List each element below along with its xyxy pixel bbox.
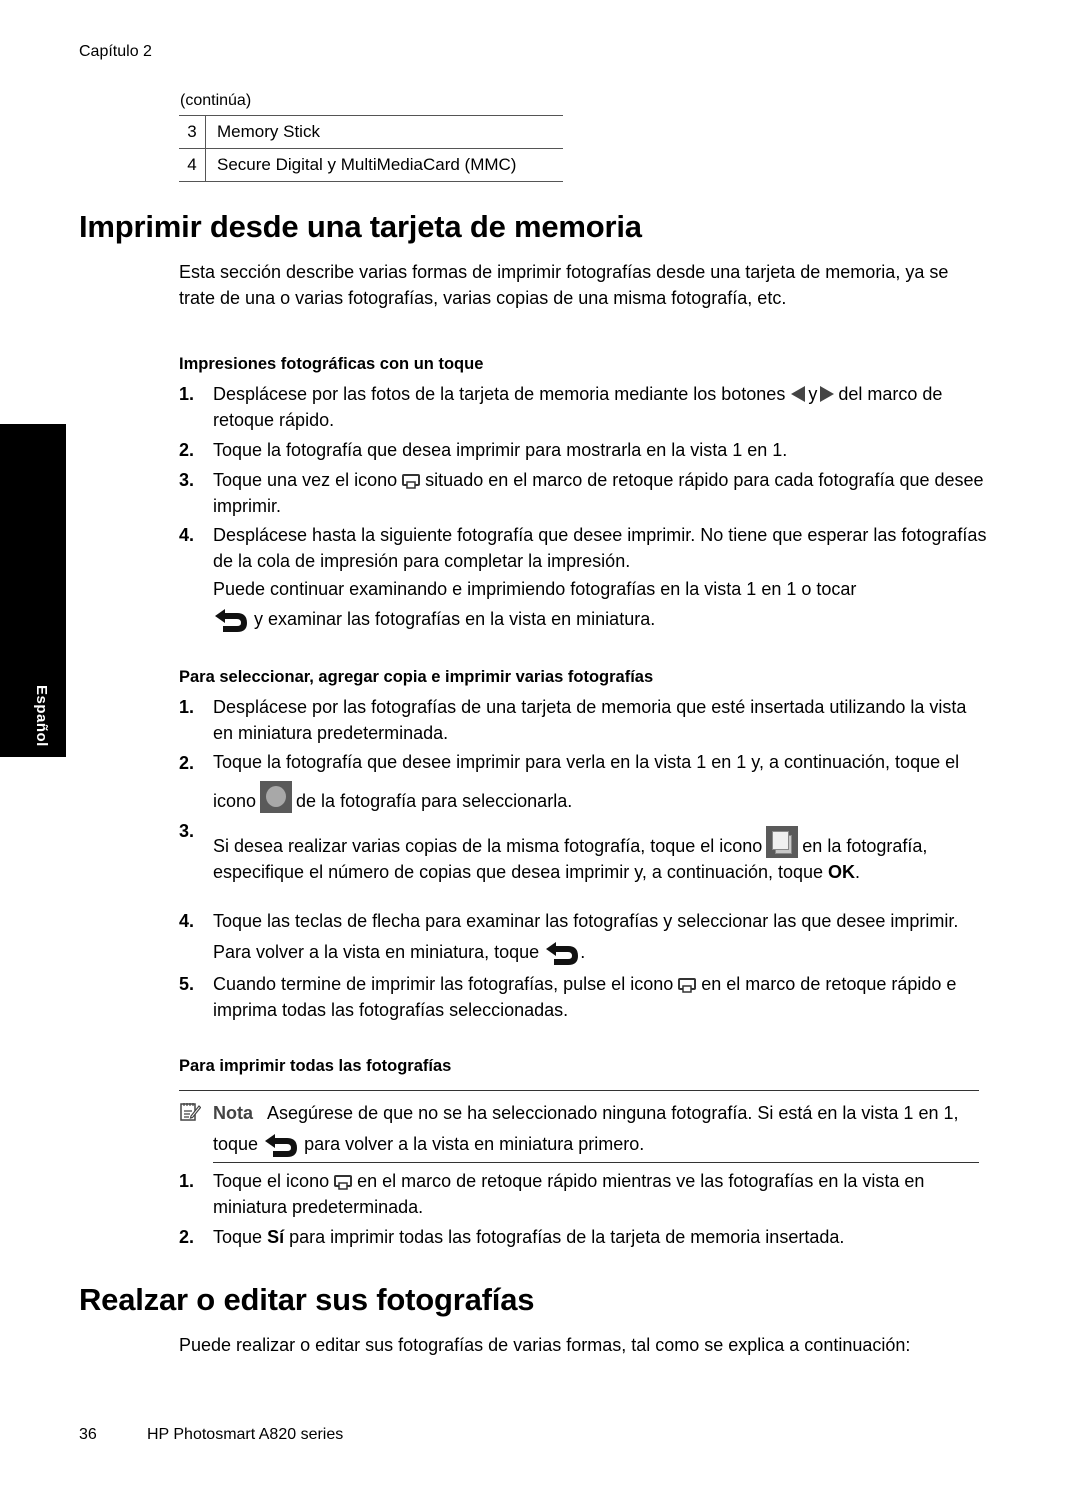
step-text: Desplácese por las fotografías de una ta… (213, 697, 967, 743)
step-number: 4. (179, 911, 195, 931)
table-cell-num: 3 (179, 115, 206, 149)
list-item: 4. Desplácese hasta la siguiente fotogra… (179, 522, 989, 633)
list-item: 1. Toque el icono en el marco de retoque… (179, 1168, 989, 1220)
step-number: 2. (179, 753, 195, 773)
step-number: 5. (179, 974, 195, 994)
table-continued-label: (continúa) (180, 92, 252, 109)
ok-label: OK (828, 862, 856, 882)
copies-icon (766, 826, 799, 858)
step-text: Toque (213, 1227, 263, 1247)
table-cell-num: 4 (179, 148, 206, 182)
subheading-one-touch: Impresiones fotográficas con un toque (179, 355, 484, 373)
left-arrow-icon (791, 386, 806, 403)
step-text: Desplácese hasta la siguiente fotografía… (213, 525, 987, 571)
step-text: Si desea realizar varias copias de la mi… (213, 836, 763, 856)
list-item: 1. Desplácese por las fotos de la tarjet… (179, 381, 989, 433)
subheading-multiple: Para seleccionar, agregar copia e imprim… (179, 668, 654, 686)
language-side-tab: Español (0, 424, 66, 757)
note-top-rule (179, 1090, 979, 1091)
section-intro: Puede realizar o editar sus fotografías … (179, 1335, 911, 1355)
right-arrow-icon (820, 386, 835, 403)
step-text: Toque el icono (213, 1171, 330, 1191)
table-row: 3 Memory Stick (179, 115, 563, 149)
select-icon (260, 781, 293, 813)
list-item: 3. Si desea realizar varias copias de la… (179, 818, 989, 885)
section-title: Realzar o editar sus fotografías (79, 1282, 535, 1317)
list-item: 1. Desplácese por las fotografías de una… (179, 694, 989, 746)
note-icon (180, 1103, 201, 1121)
print-icon (678, 978, 697, 993)
card-slot-table: 3 Memory Stick 4 Secure Digital y MultiM… (179, 115, 563, 182)
section-intro: Esta sección describe varias formas de i… (179, 262, 949, 308)
step-number: 1. (179, 1171, 195, 1191)
step-text: Desplácese por las fotos de la tarjeta d… (213, 384, 786, 404)
list-item: 2. Toque la fotografía que desea imprimi… (179, 437, 989, 463)
step-text: y (808, 384, 818, 404)
step-extra-text: y examinar las fotografías en la vista e… (254, 609, 656, 629)
page-number: 36 (79, 1426, 97, 1443)
list-item: 2. Toque Sí para imprimir todas las foto… (179, 1224, 989, 1250)
table-cell-text: Memory Stick (205, 115, 563, 149)
step-extra-text: Puede continuar examinando e imprimiendo… (213, 579, 857, 599)
step-text: Toque las teclas de flecha para examinar… (213, 911, 959, 962)
list-item: 2. Toque la fotografía que desee imprimi… (179, 750, 989, 820)
step-number: 2. (179, 1227, 195, 1247)
step-number: 2. (179, 440, 195, 460)
list-item: 4. Toque las teclas de flecha para exami… (179, 909, 989, 968)
table-cell-text: Secure Digital y MultiMediaCard (MMC) (205, 148, 563, 182)
print-icon (334, 1175, 353, 1190)
step-text: Toque la fotografía que desea imprimir p… (213, 440, 788, 460)
back-icon (546, 942, 579, 966)
step-number: 1. (179, 384, 195, 404)
note-label: Nota (213, 1103, 253, 1123)
footer-product-name: HP Photosmart A820 series (147, 1426, 344, 1443)
table-row: 4 Secure Digital y MultiMediaCard (MMC) (179, 148, 563, 182)
step-number: 4. (179, 525, 195, 545)
step-text: de la fotografía para seleccionarla. (296, 791, 573, 811)
yes-label: Sí (267, 1227, 285, 1247)
back-icon (215, 609, 247, 633)
step-number: 1. (179, 697, 195, 717)
step-number: 3. (179, 821, 195, 841)
list-item: 3. Toque una vez el icono situado en el … (179, 467, 989, 519)
section-title: Imprimir desde una tarjeta de memoria (79, 209, 642, 244)
subheading-print-all: Para imprimir todas las fotografías (179, 1057, 452, 1075)
language-tab-label: Español (33, 685, 50, 747)
step-text: para imprimir todas las fotografías de l… (289, 1227, 845, 1247)
print-icon (402, 474, 421, 489)
list-item: 5. Cuando termine de imprimir las fotogr… (179, 971, 989, 1023)
back-icon (265, 1134, 298, 1158)
step-text: Cuando termine de imprimir las fotografí… (213, 974, 674, 994)
note-text: para volver a la vista en miniatura prim… (304, 1134, 645, 1154)
step-number: 3. (179, 470, 195, 490)
step-text: . (580, 942, 586, 962)
note-bottom-rule (213, 1162, 979, 1163)
step-text: . (855, 862, 861, 882)
chapter-label: Capítulo 2 (79, 43, 152, 60)
step-text: Toque una vez el icono (213, 470, 398, 490)
note-box: Nota Asegúrese de que no se ha selecciona… (179, 1098, 989, 1160)
